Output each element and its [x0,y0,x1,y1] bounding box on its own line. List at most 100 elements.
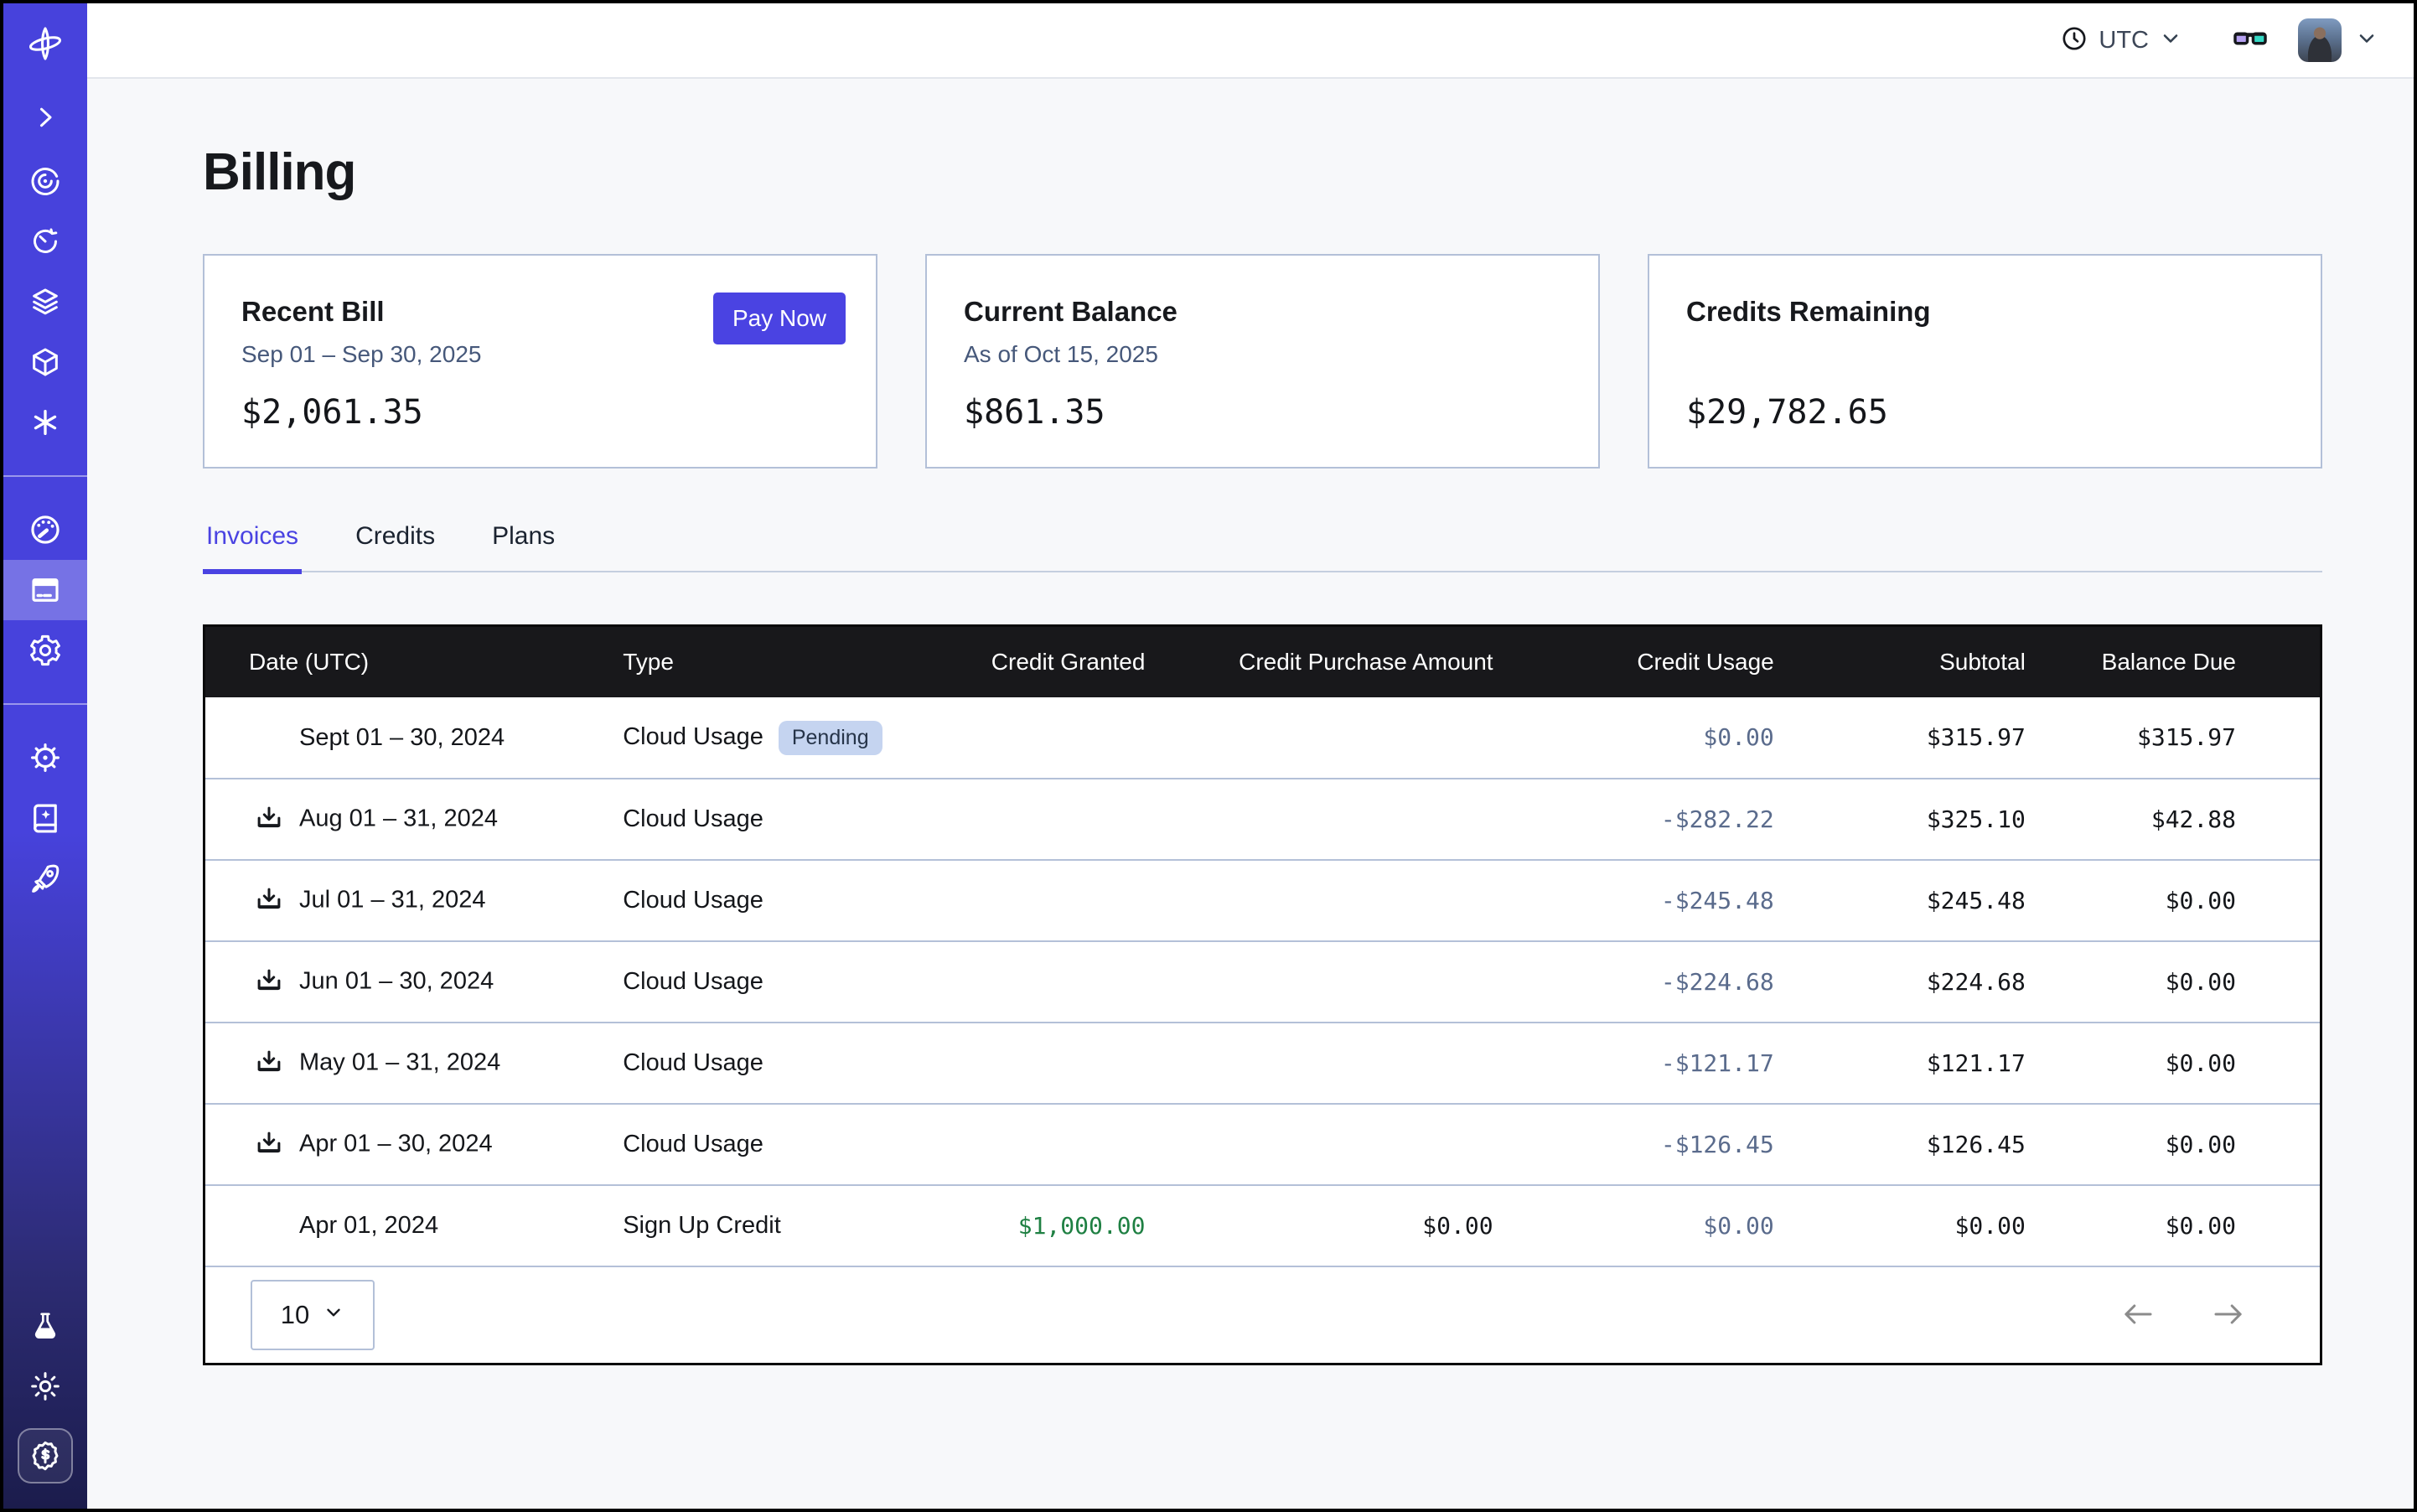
subtotal-cell: $121.17 [1801,1023,2052,1104]
download-icon [253,1129,285,1161]
timezone-label: UTC [2099,27,2149,54]
balance-due-cell: $0.00 [2052,941,2320,1023]
sidebar-divider [3,475,87,477]
credit-granted-cell [924,941,1172,1023]
helm-icon [28,740,63,775]
subtotal-value: $126.45 [1927,1131,2026,1158]
download-invoice-button[interactable] [253,966,299,998]
column-header-date: Date (UTC) [205,627,606,697]
user-avatar [2298,18,2342,62]
pay-now-button[interactable]: Pay Now [713,293,846,344]
balance-due-value: $0.00 [2166,1212,2236,1240]
invoice-date: Jul 01 – 31, 2024 [299,886,486,913]
card-title: Credits Remaining [1686,296,2284,328]
page-size-select[interactable]: 10 [251,1280,375,1350]
card-subtitle [1686,341,2284,371]
credit-purchase-cell [1172,1104,1519,1185]
credit-purchase-cell [1172,779,1519,860]
credit-usage-value: -$121.17 [1661,1049,1774,1077]
download-icon [253,1048,285,1080]
table-row: Jul 01 – 31, 2024 Cloud Usage -$245.48 $245… [205,860,2320,941]
user-menu[interactable] [2298,18,2378,62]
history-icon [28,225,62,258]
invoice-type: Cloud Usage [623,1131,763,1157]
sidebar-item-usage[interactable] [3,500,87,560]
sidebar-item-quickstart[interactable] [3,848,87,909]
invoice-date: Apr 01, 2024 [299,1212,438,1239]
balance-due-cell: $0.00 [2052,1104,2320,1185]
card-title: Current Balance [964,296,1561,328]
sidebar-item-support[interactable] [3,728,87,788]
table-row: Aug 01 – 31, 2024Cloud Usage-$282.22$325… [205,779,2320,860]
download-icon [253,804,285,836]
chevron-down-icon [2159,27,2182,54]
download-invoice-button[interactable] [253,804,299,836]
sidebar-item-layers[interactable] [3,272,87,332]
sidebar-item-billing[interactable] [3,560,87,620]
column-header-type: Type [606,627,924,697]
table-row: Apr 01, 2024Sign Up Credit$1,000.00$0.00… [205,1185,2320,1266]
credit-purchase-cell [1172,697,1519,779]
sidebar-item-asterisk[interactable] [3,392,87,453]
invoice-type: Sign Up Credit [623,1212,781,1239]
credit-purchase-cell [1172,1023,1519,1104]
page-size-value: 10 [281,1300,309,1330]
sidebar-item-labs[interactable] [3,1296,87,1356]
credit-purchase-cell [1172,860,1519,941]
credit-usage-cell: -$245.48 [1520,860,1801,941]
page-title: Billing [203,142,2322,202]
chevron-right-icon [30,102,60,132]
sidebar [3,3,87,1509]
sidebar-item-iris[interactable] [3,151,87,211]
credit-granted-cell [924,1023,1172,1104]
sidebar-logo[interactable] [3,3,87,84]
glasses-icon [2231,19,2269,62]
money-badge-icon [28,1438,63,1473]
balance-due-cell: $42.88 [2052,779,2320,860]
tab-plans[interactable]: Plans [489,522,558,571]
download-invoice-button[interactable] [253,1129,299,1161]
table-row: Apr 01 – 30, 2024Cloud Usage-$126.45$126… [205,1104,2320,1185]
sidebar-item-theme[interactable] [3,1356,87,1416]
column-header-balance-due: Balance Due [2052,627,2320,697]
balance-due-value: $315.97 [2137,723,2236,751]
tab-invoices[interactable]: Invoices [203,522,302,571]
credit-usage-value: $0.00 [1703,1212,1773,1240]
table-row: May 01 – 31, 2024Cloud Usage-$121.17$121… [205,1023,2320,1104]
sidebar-item-credits-badge[interactable] [18,1428,73,1484]
reader-mode-button[interactable] [2231,19,2269,62]
chevron-down-icon [323,1300,344,1330]
download-invoice-button[interactable] [253,885,299,917]
invoice-type-cell: Cloud Usage [606,860,924,941]
credit-purchase-cell [1172,941,1519,1023]
arrow-left-icon [2121,1301,2155,1330]
sidebar-item-docs[interactable] [3,788,87,848]
subtotal-cell: $126.45 [1801,1104,2052,1185]
book-sparkle-icon [28,800,63,836]
balance-due-value: $0.00 [2166,968,2236,996]
invoice-type: Cloud Usage [623,723,763,750]
balance-due-cell: $0.00 [2052,860,2320,941]
sidebar-item-history[interactable] [3,211,87,272]
invoice-type-cell: Cloud Usage [606,1023,924,1104]
credits-remaining-amount: $29,782.65 [1686,393,2284,432]
credit-usage-cell: -$282.22 [1520,779,1801,860]
invoice-type-cell: Cloud Usage [606,1104,924,1185]
sidebar-collapse-button[interactable] [3,84,87,151]
flask-icon [28,1309,62,1343]
invoice-date: Aug 01 – 31, 2024 [299,805,498,831]
previous-page-button[interactable] [2121,1301,2155,1330]
credit-usage-value: -$245.48 [1661,887,1774,914]
next-page-button[interactable] [2212,1301,2245,1330]
credit-usage-cell: -$121.17 [1520,1023,1801,1104]
table-header-row: Date (UTC) Type Credit Granted Credit Pu… [205,627,2320,697]
sidebar-item-settings[interactable] [3,620,87,681]
credits-remaining-card: Credits Remaining $29,782.65 [1648,254,2322,469]
sidebar-item-cube[interactable] [3,332,87,392]
subtotal-cell: $245.48 [1801,860,2052,941]
subtotal-value: $121.17 [1927,1049,2026,1077]
invoice-type: Cloud Usage [623,887,763,914]
tab-credits[interactable]: Credits [352,522,438,571]
timezone-selector[interactable]: UTC [2060,24,2182,57]
download-invoice-button[interactable] [253,1048,299,1080]
